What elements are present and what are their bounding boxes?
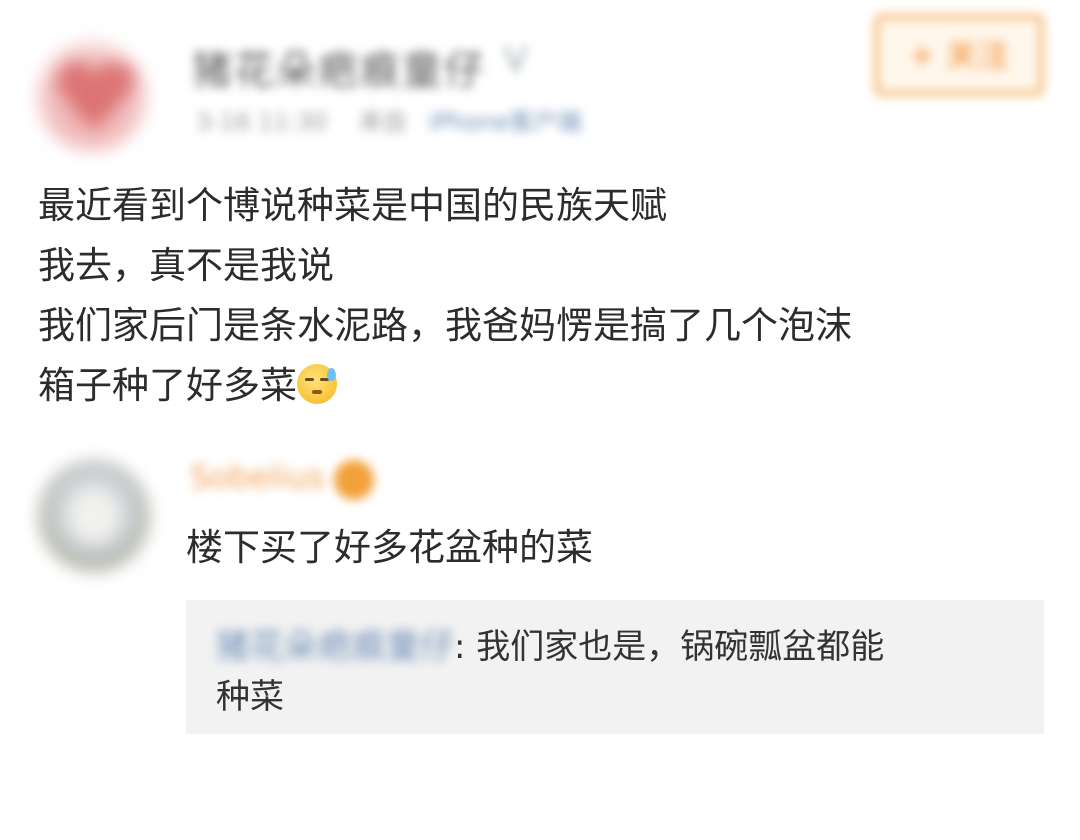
member-badge-icon: [334, 460, 374, 500]
post-line: 最近看到个博说种菜是中国的民族天赋: [38, 184, 667, 227]
post-line-with-emoji: 箱子种了好多菜: [38, 356, 1048, 416]
source-prefix: 来自: [358, 108, 407, 136]
reply-text-continued: 种菜: [216, 677, 284, 717]
avatar-graphic: [68, 488, 120, 544]
post-meta: 3-16 11:30 来自 iPhone客户端: [196, 102, 582, 137]
post-line: 我们家后门是条水泥路，我爸妈愣是搞了几个泡沫: [38, 304, 852, 347]
reply-text: : 我们家也是，锅碗瓢盆都能: [454, 627, 885, 667]
comment-text: 楼下买了好多花盆种的菜: [186, 526, 593, 569]
post-line: 我去，真不是我说: [38, 244, 334, 287]
commenter-name[interactable]: Sobelius: [190, 458, 325, 496]
post-author-avatar[interactable]: [36, 40, 148, 152]
post-source-link[interactable]: iPhone客户端: [429, 108, 582, 136]
sweat-smile-emoji-icon: [297, 364, 337, 404]
reply-box[interactable]: 猪花朵疤痕童仔: 我们家也是，锅碗瓢盆都能 种菜: [186, 600, 1044, 734]
verified-icon: V: [504, 40, 528, 80]
follow-button[interactable]: + 关注: [874, 14, 1044, 96]
post-author-name[interactable]: 猪花朵疤痕童仔: [192, 38, 486, 96]
reply-content: 猪花朵疤痕童仔: 我们家也是，锅碗瓢盆都能 种菜: [216, 622, 996, 722]
post-line: 箱子种了好多菜: [38, 364, 297, 407]
post-body: 最近看到个博说种菜是中国的民族天赋 我去，真不是我说 我们家后门是条水泥路，我爸…: [38, 176, 1048, 416]
commenter-avatar[interactable]: [38, 460, 150, 572]
post-time: 3-16 11:30: [196, 108, 328, 136]
reply-author-name[interactable]: 猪花朵疤痕童仔: [216, 622, 454, 672]
avatar-graphic: [54, 60, 134, 130]
